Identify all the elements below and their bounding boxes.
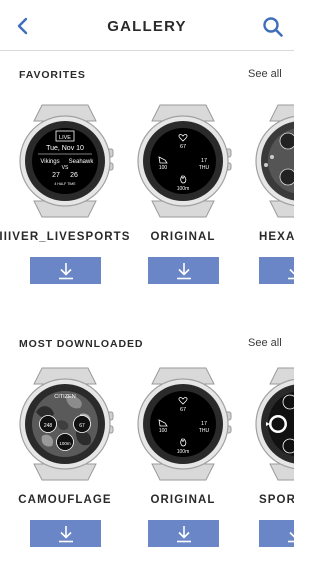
face-weekday: THU: [199, 165, 210, 171]
watchface-name: ORIGINAL: [150, 231, 216, 243]
watchface-card: HEXAGON: [242, 99, 294, 289]
download-button[interactable]: [30, 520, 101, 547]
watch-preview[interactable]: 67 100 17 THU 100m: [124, 99, 242, 223]
watch-preview[interactable]: 67 100 17 THU 100m: [124, 362, 242, 486]
face-distance: 100m: [59, 441, 71, 446]
download-icon: [288, 531, 294, 543]
face-day-number: 17: [201, 158, 207, 164]
face-heart-rate: 67: [180, 407, 186, 413]
see-all-favorites-link[interactable]: See all: [248, 68, 282, 80]
download-button[interactable]: [30, 257, 101, 284]
face-score-home: 27: [52, 172, 60, 179]
face-team-home: Vikings: [40, 159, 59, 165]
face-day-number: 17: [201, 421, 207, 427]
section-title-most-downloaded: MOST DOWNLOADED: [19, 338, 144, 350]
watch-preview[interactable]: CITIZEN 248 67 100m: [6, 362, 124, 486]
face-heart-rate: 67: [180, 144, 186, 150]
face-steps: 100: [159, 428, 168, 434]
watchface-card: LIVE Tue, Nov 10 Vikings Seahawk VS 27 2…: [0, 99, 129, 289]
gallery-screen: GALLERY FAVORITES See all LIVE Tue, Nov: [0, 0, 294, 577]
watch-preview[interactable]: LIVE Tue, Nov 10 Vikings Seahawk VS 27 2…: [6, 99, 124, 223]
download-icon: [177, 526, 191, 543]
download-button[interactable]: [148, 257, 219, 284]
search-icon: [263, 17, 283, 37]
face-weekday: THU: [199, 428, 210, 434]
face-brand: CITIZEN: [54, 394, 75, 400]
face-date: Tue, Nov 10: [46, 145, 84, 152]
watchface-name: HEXAGON: [259, 231, 294, 243]
watch-preview[interactable]: [242, 99, 294, 223]
download-icon: [59, 263, 73, 280]
watchface-name: RIIIVER_LIVESPORTS: [0, 231, 131, 243]
watchface-name: ORIGINAL: [150, 494, 216, 506]
download-button[interactable]: [259, 520, 294, 547]
watchface-card: 67 100 17 THU 100m ORIGINAL: [124, 362, 242, 552]
face-distance: 100m: [177, 186, 190, 192]
header-bar: GALLERY: [0, 0, 294, 51]
watch-preview[interactable]: [242, 362, 294, 486]
search-button[interactable]: [262, 16, 284, 38]
download-button[interactable]: [259, 257, 294, 284]
face-vs: VS: [62, 165, 69, 171]
watchface-card: SPORT: [242, 362, 294, 552]
watchface-card: 67 100 17 THU 100m ORIGINAL: [124, 99, 242, 289]
face-footer: 4 HALF TIME: [54, 182, 76, 186]
face-steps: 100: [159, 165, 168, 171]
face-team-away: Seahawk: [69, 159, 95, 165]
face-distance: 100m: [177, 449, 190, 455]
face-heart-rate: 67: [79, 423, 85, 429]
face-score-away: 26: [70, 172, 78, 179]
download-icon: [177, 263, 191, 280]
section-title-favorites: FAVORITES: [19, 69, 86, 81]
see-all-most-downloaded-link[interactable]: See all: [248, 337, 282, 349]
watchface-card: CITIZEN 248 67 100m CAMOUFLAGE: [6, 362, 124, 552]
watchface-name: SPORT: [259, 494, 294, 506]
download-icon: [288, 268, 294, 280]
watchface-name: CAMOUFLAGE: [18, 494, 112, 506]
download-button[interactable]: [148, 520, 219, 547]
download-icon: [59, 526, 73, 543]
face-steps: 248: [44, 423, 53, 429]
page-title: GALLERY: [107, 18, 187, 35]
face-live-badge: LIVE: [59, 135, 71, 141]
